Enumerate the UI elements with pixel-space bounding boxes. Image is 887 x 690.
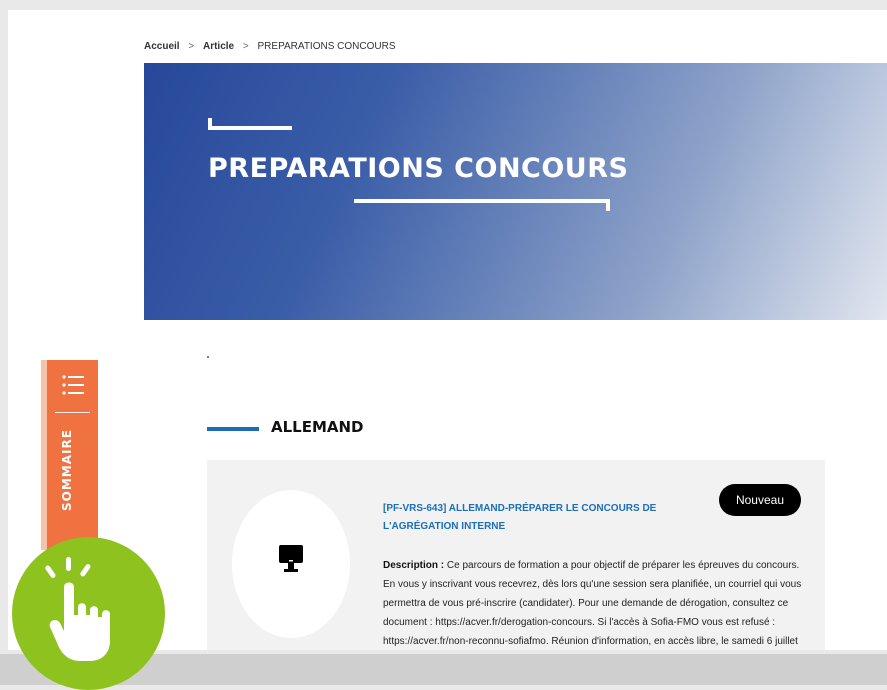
- sommaire-tab[interactable]: SOMMAIRE: [41, 360, 98, 550]
- course-title-link[interactable]: [PF-VRS-643] ALLEMAND-PRÉPARER LE CONCOU…: [383, 500, 713, 536]
- breadcrumb: Accueil > Article > PREPARATIONS CONCOUR…: [144, 41, 396, 52]
- hero-decor-bottom-bar: [354, 199, 610, 211]
- sommaire-label: SOMMAIRE: [60, 429, 74, 511]
- hand-pointer-icon: [45, 557, 110, 661]
- hero-decor-top-bar: [208, 118, 292, 130]
- page-container: Accueil > Article > PREPARATIONS CONCOUR…: [8, 10, 887, 650]
- course-icon-circle: [232, 490, 350, 638]
- description-label: Description :: [383, 560, 445, 571]
- breadcrumb-current: PREPARATIONS CONCOURS: [257, 41, 396, 52]
- section-title: ALLEMAND: [271, 418, 364, 436]
- computer-icon: [279, 545, 303, 572]
- accessibility-button[interactable]: [12, 537, 165, 690]
- breadcrumb-article-link[interactable]: Article: [203, 41, 234, 52]
- list-icon: [62, 375, 84, 395]
- breadcrumb-separator: >: [188, 41, 195, 52]
- hero-banner: PREPARATIONS CONCOURS: [144, 63, 887, 320]
- description-text: Ce parcours de formation a pour objectif…: [383, 560, 802, 647]
- new-badge: Nouveau: [719, 484, 801, 516]
- page-title: PREPARATIONS CONCOURS: [208, 153, 629, 184]
- sommaire-divider: [55, 412, 90, 413]
- section-accent-bar: [207, 427, 259, 431]
- course-card: [PF-VRS-643] ALLEMAND-PRÉPARER LE CONCOU…: [207, 460, 825, 650]
- section-heading: ALLEMAND: [207, 418, 364, 436]
- course-description: Description : Ce parcours de formation a…: [383, 556, 813, 650]
- breadcrumb-home-link[interactable]: Accueil: [144, 41, 180, 52]
- breadcrumb-separator: >: [242, 41, 249, 52]
- decor-dot: [207, 356, 209, 358]
